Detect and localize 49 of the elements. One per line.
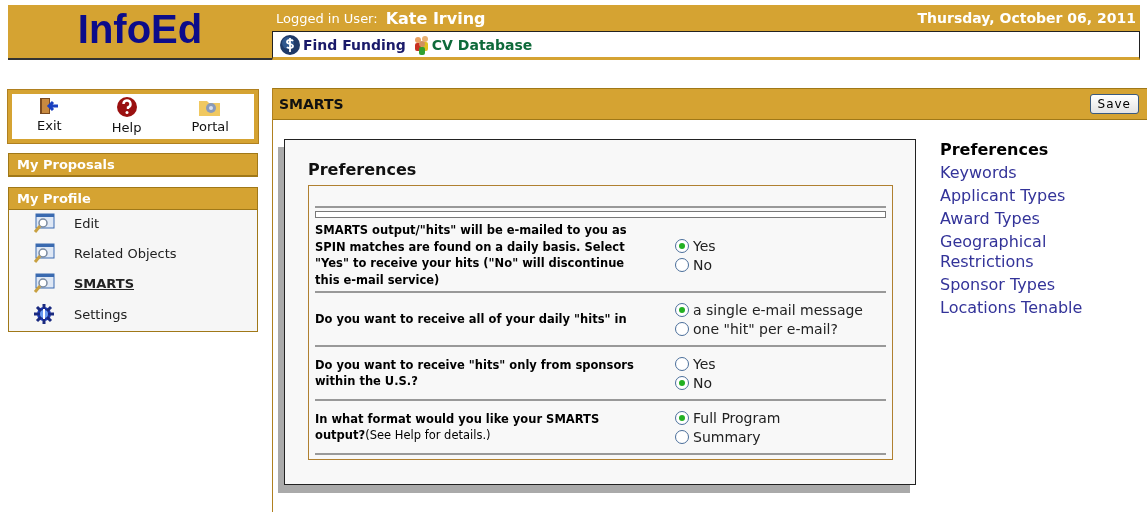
side-nav-link[interactable]: Award Types: [940, 209, 1110, 229]
side-nav-link[interactable]: Geographical Restrictions: [940, 232, 1110, 272]
radio-button[interactable]: [675, 302, 689, 317]
side-nav-link[interactable]: Applicant Types: [940, 186, 1110, 206]
form-heading: Preferences: [308, 160, 418, 179]
radio-button[interactable]: [675, 410, 689, 425]
magnifier-window-icon: [33, 243, 55, 264]
question-text: Do you want to receive all of your daily "hits" in: [315, 310, 628, 328]
option-label: Yes: [693, 237, 716, 254]
option-label: Summary: [693, 428, 761, 445]
side-nav-link[interactable]: Preferences: [940, 140, 1110, 160]
side-nav-link[interactable]: Locations Tenable: [940, 298, 1110, 318]
user-label: Logged in User:: [276, 10, 378, 26]
help-icon: [115, 96, 138, 118]
option-label: No: [693, 256, 713, 273]
radio-button[interactable]: [675, 429, 689, 444]
menu-item[interactable]: Related Objects: [74, 246, 177, 261]
radio-button[interactable]: [675, 356, 689, 371]
exit-door-icon: [38, 96, 61, 116]
magnifier-window-icon: [33, 273, 55, 294]
radio-button[interactable]: [675, 321, 689, 336]
menu-item[interactable]: Edit: [74, 216, 100, 231]
side-nav-link[interactable]: Keywords: [940, 163, 1110, 183]
save-button[interactable]: Save: [1089, 94, 1139, 114]
question-text: Do you want to receive "hits" only from sponsors within the U.S.?: [315, 356, 635, 390]
nav-link[interactable]: CV Database: [431, 36, 533, 53]
magnifier-window-icon: [33, 213, 55, 234]
option-label: one "hit" per e-mail?: [693, 320, 838, 337]
toolbar-button[interactable]: Portal: [191, 96, 229, 135]
option-label: Full Program: [693, 409, 781, 426]
side-nav-link[interactable]: Sponsor Types: [940, 275, 1110, 295]
option-label: a single e-mail message: [693, 301, 863, 318]
radio-button[interactable]: [675, 375, 689, 390]
gear-icon: [33, 303, 55, 325]
toolbar-button[interactable]: Exit: [37, 96, 62, 135]
current-date: Thursday, October 06, 2011: [917, 10, 1136, 26]
nav-link[interactable]: Find Funding: [303, 36, 406, 53]
toolbar-button[interactable]: Help: [111, 96, 142, 135]
option-label: Yes: [693, 355, 716, 372]
menu-item[interactable]: SMARTS: [74, 276, 135, 291]
radio-button[interactable]: [675, 238, 689, 253]
user-name: Kate Irving: [385, 8, 486, 28]
question-text: SMARTS output/"hits" will be e-mailed to you as SPIN matches are found on a daily basis. Select "Yes" to receive your hits ("No" will discontinue this e-mail service): [315, 222, 628, 288]
infoed-logo: InfoEd: [8, 5, 272, 60]
menu-item[interactable]: Settings: [74, 306, 128, 322]
panel-title: SMARTS: [279, 96, 344, 112]
question-text: In what format would you like your SMARTS output?(See Help for details.): [315, 410, 601, 444]
radio-button[interactable]: [675, 257, 689, 272]
option-label: No: [693, 374, 713, 391]
